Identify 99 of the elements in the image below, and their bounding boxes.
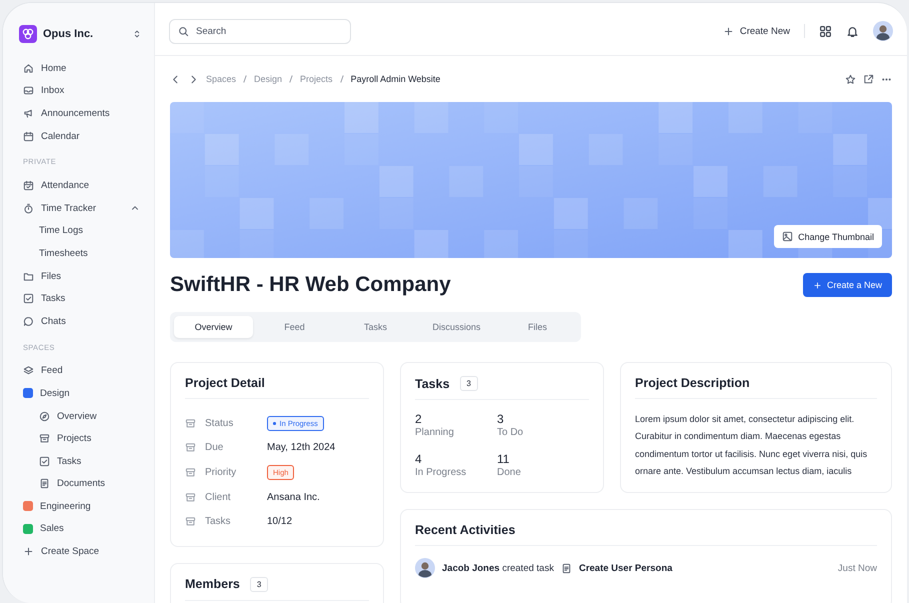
- field-label: Priority: [205, 466, 238, 478]
- star-icon: [845, 74, 856, 84]
- plus-icon: [23, 546, 34, 558]
- sidebar-item[interactable]: Sales: [19, 518, 154, 540]
- field-label: Tasks: [205, 516, 232, 528]
- stat-label: To Do: [497, 427, 524, 438]
- sidebar-item[interactable]: Design: [19, 382, 154, 405]
- archive-icon: [39, 433, 50, 444]
- sidebar-item[interactable]: Chats: [19, 310, 154, 333]
- open-external-button[interactable]: [863, 74, 874, 84]
- chevron-up-down-icon: [132, 29, 142, 39]
- sidebar-item[interactable]: Feed: [19, 360, 154, 382]
- tab[interactable]: Tasks: [336, 316, 415, 338]
- sidebar-item[interactable]: Home: [19, 57, 154, 80]
- stat-value: 4: [415, 452, 423, 466]
- archive-icon: [185, 442, 196, 454]
- calendar-icon: [23, 130, 34, 142]
- notifications-button[interactable]: [846, 24, 859, 38]
- breadcrumb-link[interactable]: Payroll Admin Website: [350, 74, 440, 84]
- apps-button[interactable]: [819, 24, 832, 38]
- inbox-icon: [23, 85, 34, 96]
- sidebar-item[interactable]: Time Tracker: [19, 196, 154, 220]
- image-icon: [782, 231, 794, 242]
- tab[interactable]: Overview: [174, 316, 253, 338]
- workspace-name: Opus Inc.: [43, 28, 94, 40]
- breadcrumb-separator: [340, 75, 344, 83]
- activity-text: Jacob Jones created task: [442, 562, 554, 574]
- sidebar-item[interactable]: Inbox: [19, 80, 154, 102]
- logo-icon: [19, 25, 37, 43]
- avatar: [415, 558, 435, 578]
- activity-time: Just Now: [838, 562, 877, 574]
- project-title: SwiftHR - HR Web Company: [170, 273, 451, 297]
- bell-icon: [846, 24, 859, 38]
- plus-icon: [812, 280, 822, 290]
- breadcrumb-separator: [243, 75, 248, 83]
- card-title: Tasks: [415, 376, 450, 390]
- stopwatch-icon: [23, 202, 34, 214]
- archive-icon: [185, 466, 196, 478]
- sidebar-item[interactable]: Files: [19, 264, 154, 288]
- tab[interactable]: Files: [498, 316, 577, 338]
- sidebar-subitem[interactable]: Overview: [19, 404, 154, 428]
- stat-value: 11: [497, 452, 510, 466]
- sidebar-item[interactable]: Calendar: [19, 124, 154, 148]
- layers-icon: [23, 365, 34, 376]
- archive-icon: [185, 492, 196, 503]
- stat-value: 2: [415, 412, 423, 426]
- card-title: Project Description: [635, 376, 877, 399]
- sidebar-item[interactable]: Engineering: [19, 495, 154, 518]
- search-field[interactable]: Search: [169, 18, 351, 44]
- stat-label: In Progress: [415, 467, 468, 478]
- card-title: Project Detail: [185, 376, 369, 399]
- avatar: [873, 21, 893, 41]
- sidebar-subitem[interactable]: Projects: [19, 427, 154, 450]
- favorite-button[interactable]: [845, 74, 856, 84]
- document-icon: [560, 562, 572, 574]
- stat-value: 3: [497, 412, 505, 426]
- field-value: 10/12: [267, 516, 292, 528]
- field-value: May, 12th 2024: [267, 442, 336, 454]
- sidebar-item[interactable]: Attendance: [19, 174, 154, 197]
- stat-label: Planning: [415, 427, 455, 438]
- sidebar-item[interactable]: Create Space: [19, 540, 154, 563]
- tab[interactable]: Feed: [255, 316, 334, 338]
- count-badge: 3: [250, 576, 268, 592]
- sidebar-subitem[interactable]: Time Logs: [19, 220, 154, 242]
- checkbox-icon: [39, 456, 50, 467]
- sidebar-subitem[interactable]: Documents: [19, 472, 154, 496]
- folder-icon: [23, 270, 34, 282]
- sidebar-item[interactable]: Tasks: [19, 287, 154, 310]
- count-badge: 3: [460, 376, 478, 391]
- field-value: Ansana Inc.: [267, 492, 320, 503]
- chat-icon: [23, 316, 34, 327]
- field-label: Client: [205, 492, 232, 503]
- create-new-button[interactable]: Create New: [722, 26, 790, 36]
- sidebar-item[interactable]: Announcements: [19, 102, 154, 125]
- field-label: Status: [205, 418, 234, 429]
- tab[interactable]: Discussions: [417, 316, 496, 338]
- breadcrumb-separator: [289, 75, 294, 83]
- stat-label: Done: [497, 467, 522, 478]
- task-link[interactable]: Create User Persona: [578, 562, 672, 574]
- archive-icon: [185, 516, 196, 528]
- description-text: Lorem ipsum dolor sit amet, consectetur adipiscing elit. Curabitur in condimentum diam. Maecenas egestas condimentum tortor ut facilisis. Nunc eget viverra nisi, quis ornare ante. Vestibulum accumsan lectus diam, iaculis: [635, 413, 868, 478]
- search-icon: [178, 26, 189, 36]
- card-title: Members: [185, 577, 240, 592]
- document-icon: [39, 478, 50, 490]
- checkbox-icon: [23, 293, 34, 304]
- archive-icon: [185, 418, 196, 429]
- grid-icon: [819, 24, 832, 38]
- external-link-icon: [863, 74, 874, 84]
- sidebar-subitem[interactable]: Tasks: [19, 450, 154, 472]
- calendar-check-icon: [23, 180, 34, 192]
- field-label: Due: [205, 442, 224, 454]
- megaphone-icon: [23, 108, 34, 119]
- card-title: Recent Activities: [415, 523, 877, 546]
- home-icon: [23, 62, 34, 74]
- workspace-switcher[interactable]: [132, 29, 142, 39]
- create-button[interactable]: Create a New: [802, 273, 892, 297]
- compass-icon: [39, 410, 50, 422]
- plus-icon: [722, 26, 734, 36]
- sidebar-subitem[interactable]: Timesheets: [19, 242, 154, 265]
